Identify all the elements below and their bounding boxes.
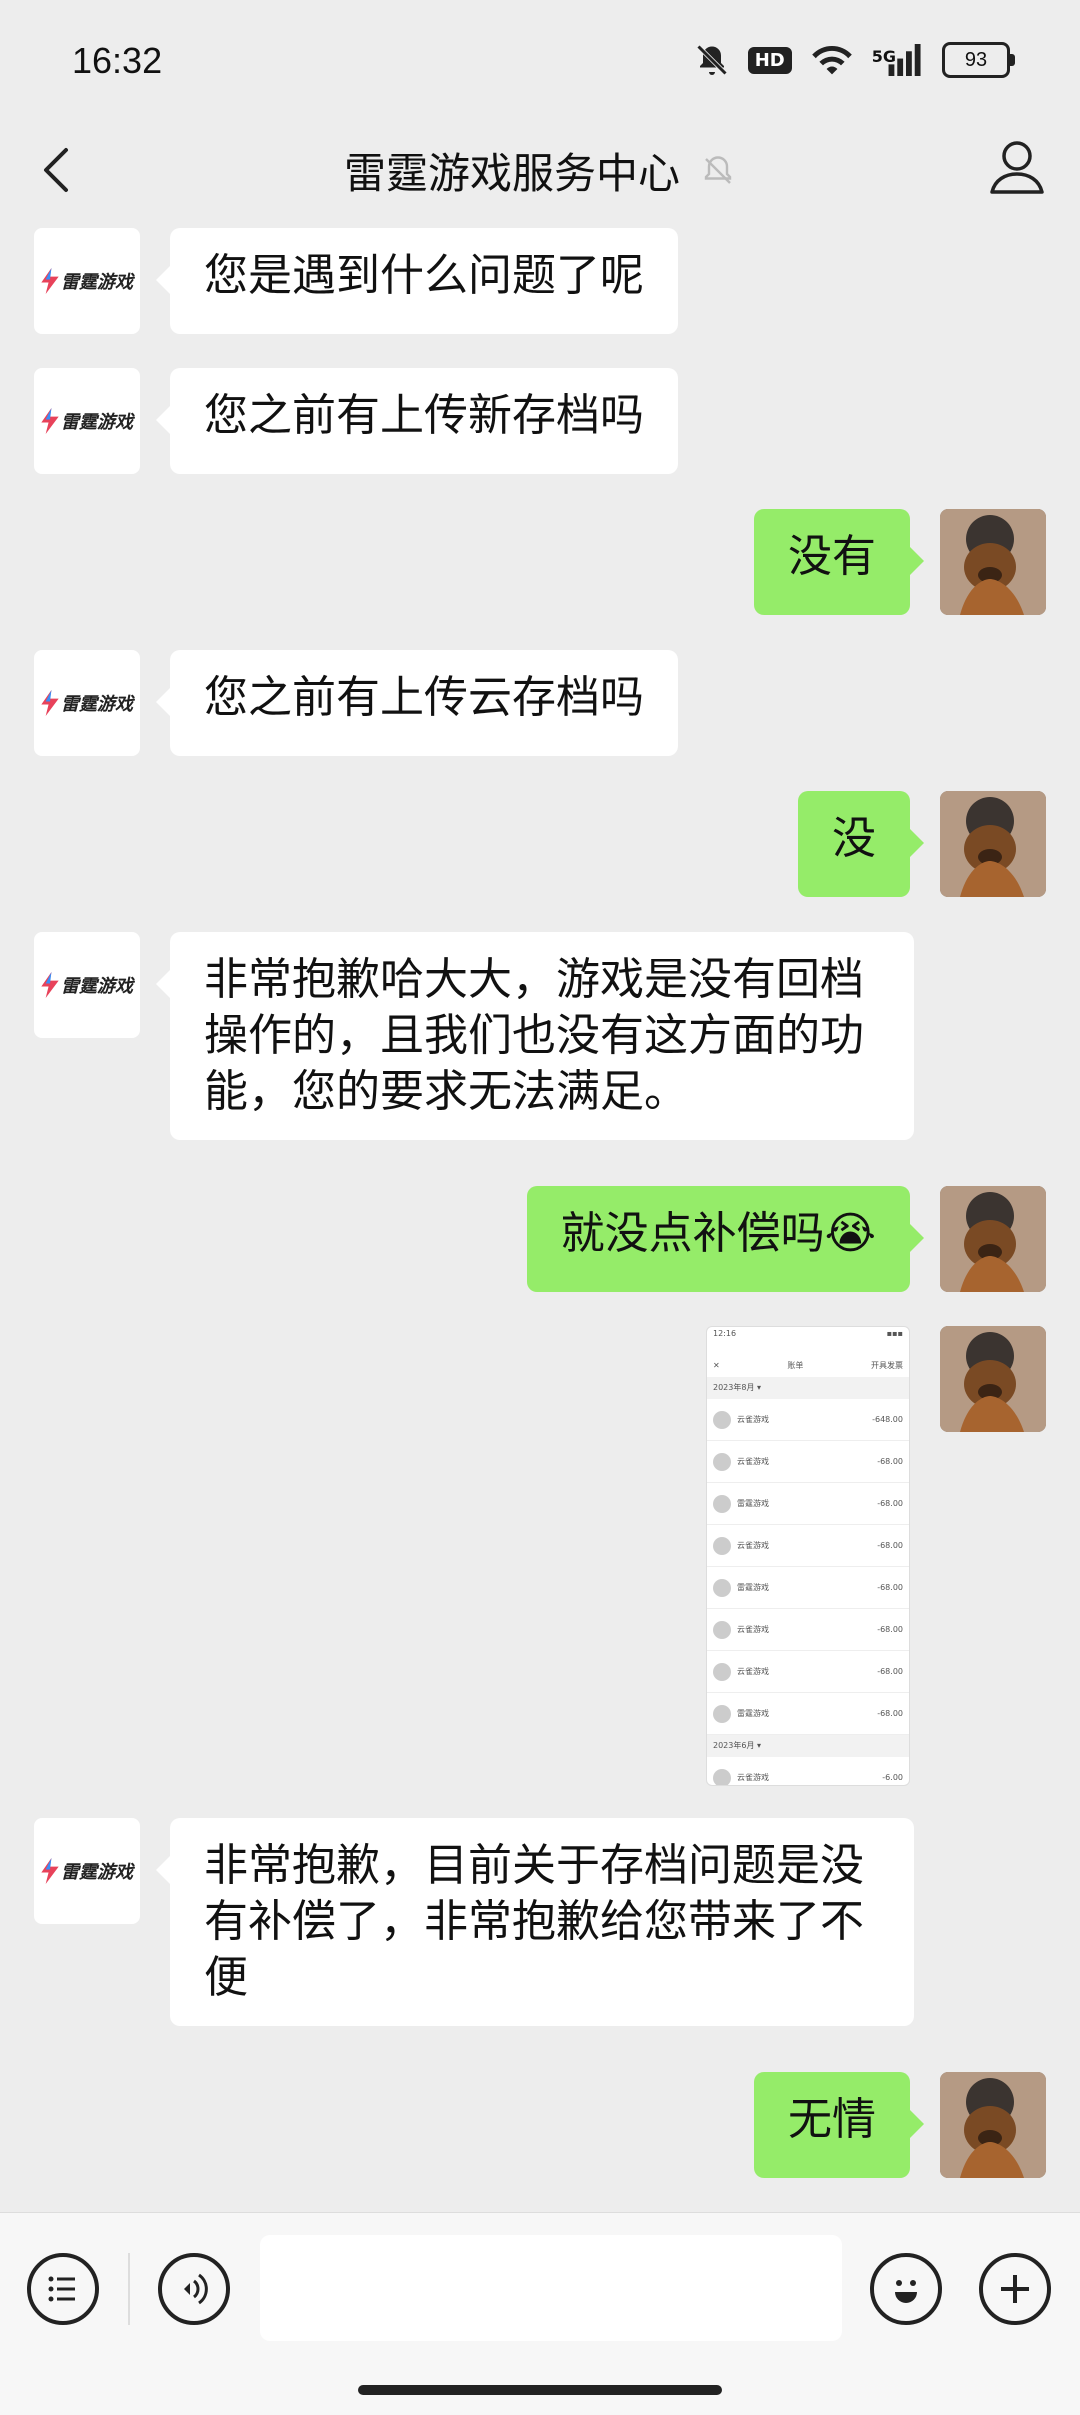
divider [128,2253,130,2325]
service-avatar[interactable]: 雷霆游戏 [34,368,140,474]
message-outgoing: 没有 [754,509,1046,615]
brand-logo-text: 雷霆游戏 [61,976,133,997]
message-bubble[interactable]: 无情 [754,2072,924,2178]
shot-close-icon: ✕ [713,1360,720,1370]
smile-icon [895,2280,917,2303]
chat-info-button[interactable] [984,134,1050,200]
lightning-icon [41,1858,59,1884]
brand-logo-text: 雷霆游戏 [61,412,133,433]
shot-row: 雷霆游戏 -68.00 [707,1693,909,1735]
message-outgoing: 无情 [754,2072,1046,2178]
network-label: 5G [871,47,896,66]
shot-avatar-icon [713,1452,731,1471]
user-avatar-image [940,509,1046,615]
menu-button[interactable] [27,2253,99,2325]
brand-logo-text: 雷霆游戏 [61,272,133,293]
message-incoming: 雷霆游戏 您是遇到什么问题了呢 [34,228,678,334]
status-time: 16:32 [72,40,163,81]
shot-row: 云雀游戏 -68.00 [707,1651,909,1693]
shot-row: 雷霆游戏 -68.00 [707,1483,909,1525]
lightning-icon [41,690,59,716]
message-incoming: 雷霆游戏 您之前有上传新存档吗 [34,368,678,474]
shot-time: 12:16 [713,1329,737,1338]
user-avatar-image [940,2072,1046,2178]
shot-avatar-icon [713,1578,731,1597]
home-indicator[interactable] [358,2385,722,2395]
message-incoming: 雷霆游戏 您之前有上传云存档吗 [34,650,678,756]
message-bubble[interactable]: 非常抱歉哈大大，游戏是没有回档操作的，且我们也没有这方面的功能，您的要求无法满足… [156,932,914,1140]
message-bubble[interactable]: 您是遇到什么问题了呢 [156,228,678,334]
status-icons: HD 5G 93 [694,42,1015,78]
service-avatar[interactable]: 雷霆游戏 [34,228,140,334]
emoji-button[interactable] [870,2253,942,2325]
shot-row: 云雀游戏 -6.00 [707,1757,909,1785]
battery-icon: 93 [942,42,1015,78]
message-bubble[interactable]: 没 [798,791,924,897]
shot-avatar-icon [713,1410,731,1429]
shot-title: 账单 [787,1360,804,1370]
battery-level: 93 [964,48,988,71]
service-avatar[interactable]: 雷霆游戏 [34,1818,140,1924]
brand-logo-text: 雷霆游戏 [61,694,133,715]
shot-row: 云雀游戏 -68.00 [707,1441,909,1483]
message-input[interactable] [260,2235,842,2341]
voice-icon [184,2273,208,2305]
chat-header: 雷霆游戏服务中心 [0,120,1080,225]
shot-avatar-icon [713,1494,731,1513]
user-avatar[interactable] [940,1186,1046,1292]
list-menu-icon [48,2276,75,2302]
shot-avatar-icon [713,1662,731,1681]
shot-avatar-icon [713,1704,731,1723]
lightning-icon [41,972,59,998]
message-outgoing: 没 [798,791,1046,897]
voice-button[interactable] [158,2253,230,2325]
shot-row: 云雀游戏 -648.00 [707,1399,909,1441]
hd-badge: HD [747,46,792,74]
user-avatar-image [940,1326,1046,1432]
user-avatar[interactable] [940,509,1046,615]
user-avatar[interactable] [940,791,1046,897]
chat-title: 雷霆游戏服务中心 [343,149,680,198]
shot-row: 雷霆游戏 -68.00 [707,1567,909,1609]
message-bubble[interactable]: 您之前有上传云存档吗 [156,650,678,756]
user-avatar[interactable] [940,2072,1046,2178]
lightning-icon [41,268,59,294]
message-outgoing [940,1326,1046,1432]
message-incoming: 雷霆游戏 非常抱歉哈大大，游戏是没有回档操作的，且我们也没有这方面的功能，您的要… [34,932,914,1140]
user-avatar-image [940,791,1046,897]
user-avatar-image [940,1186,1046,1292]
message-bubble[interactable]: 非常抱歉，目前关于存档问题是没有补偿了，非常抱歉给您带来了不便 [156,1818,914,2026]
user-avatar[interactable] [940,1326,1046,1432]
mute-icon [696,44,727,76]
shot-month: 2023年8月 ▾ [707,1377,909,1399]
cellular-icon: 5G [872,44,924,76]
service-avatar[interactable]: 雷霆游戏 [34,650,140,756]
shot-avatar-icon [713,1536,731,1555]
shot-row: 云雀游戏 -68.00 [707,1609,909,1651]
screenshot-image-message[interactable]: 12:16 ▪▪▪ ✕ 账单 开具发票 2023年8月 ▾ 云雀游戏 -648.00… [706,1326,910,1786]
lightning-icon [41,408,59,434]
message-outgoing: 就没点补偿吗😭 [526,1186,1046,1292]
plus-icon [1001,2275,1029,2303]
status-bar: 16:32 HD 5G 93 [0,0,1080,120]
shot-avatar-icon [713,1768,731,1785]
person-icon [990,141,1044,194]
message-bubble[interactable]: 您之前有上传新存档吗 [156,368,678,474]
more-button[interactable] [979,2253,1051,2325]
input-bar [0,2212,1080,2415]
message-bubble[interactable]: 没有 [754,509,924,615]
brand-logo-text: 雷霆游戏 [61,1862,133,1883]
shot-month: 2023年6月 ▾ [707,1735,909,1757]
muted-bell-icon [704,155,732,184]
message-incoming: 雷霆游戏 非常抱歉，目前关于存档问题是没有补偿了，非常抱歉给您带来了不便 [34,1818,914,2026]
shot-row: 云雀游戏 -68.00 [707,1525,909,1567]
wifi-icon [811,45,852,75]
shot-right: 开具发票 [870,1360,903,1370]
shot-avatar-icon [713,1620,731,1639]
message-bubble[interactable]: 就没点补偿吗😭 [526,1186,925,1292]
service-avatar[interactable]: 雷霆游戏 [34,932,140,1038]
